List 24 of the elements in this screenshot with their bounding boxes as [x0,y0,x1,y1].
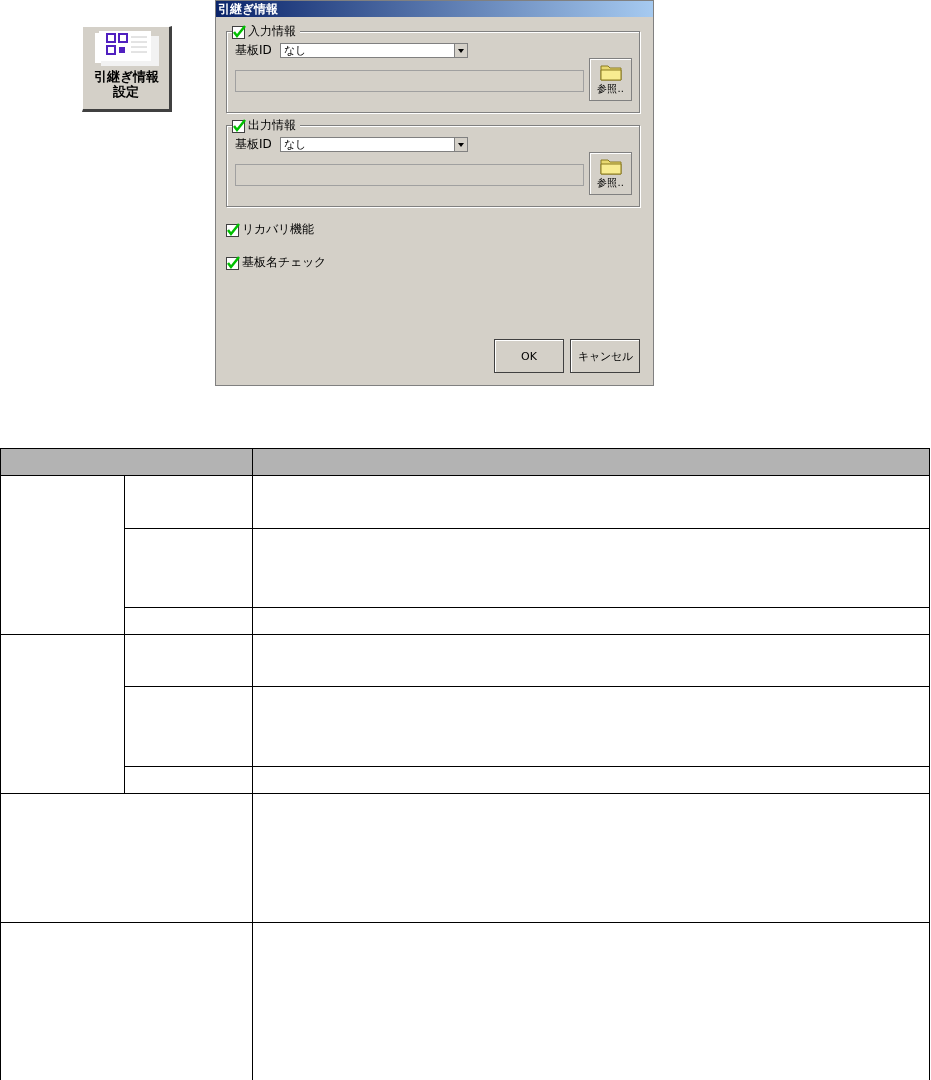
caret-icon [457,142,464,147]
dialog-button[interactable]: OK [494,339,564,373]
path-field[interactable] [235,70,585,92]
option-label: リカバリ機能 [242,221,314,238]
board-id-dropdown[interactable]: なし [279,137,468,152]
browse-button[interactable]: 参照.. [589,152,632,195]
board-id-dropdown[interactable]: なし [279,43,468,58]
browse-button[interactable]: 参照.. [589,58,632,101]
window-title: 引継ぎ情報 [216,1,653,17]
checkbox[interactable] [226,255,240,270]
group-label: 出力情報 [248,117,296,134]
checkbox[interactable] [226,222,240,237]
path-field[interactable] [235,164,585,186]
checkbox[interactable] [232,24,246,39]
launcher-button[interactable]: 引継ぎ情報 設定 [82,26,172,112]
group-label: 入力情報 [248,23,296,40]
option-label: 基板名チェック [242,254,326,271]
dialog-button[interactable]: キャンセル [570,339,640,373]
caret-icon [457,48,464,53]
folder-icon [599,157,622,175]
folder-icon [599,63,622,81]
field-label: 基板ID [235,136,272,153]
checkbox[interactable] [232,118,246,133]
field-label: 基板ID [235,42,272,59]
